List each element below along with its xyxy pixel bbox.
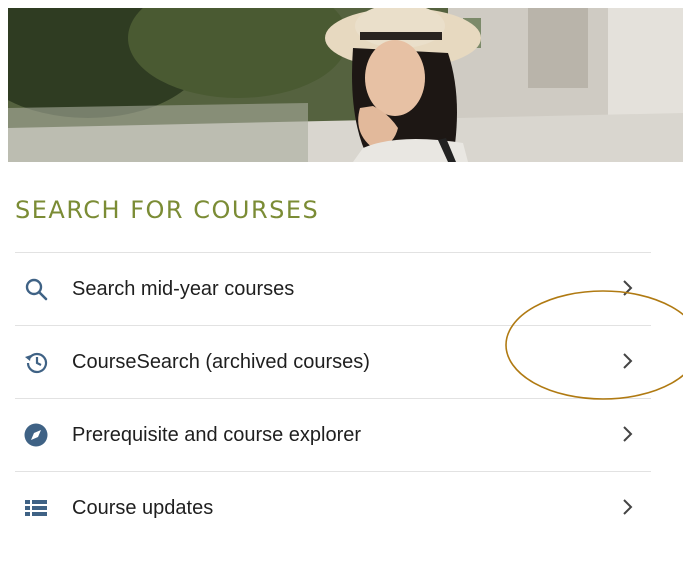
list-item-course-updates[interactable]: Course updates	[15, 471, 651, 544]
list-item-label: Search mid-year courses	[72, 277, 295, 300]
list-item-label: Prerequisite and course explorer	[72, 423, 362, 446]
list-icon	[24, 496, 48, 520]
list-item-label: CourseSearch (archived courses)	[72, 350, 370, 373]
chevron-right-icon	[623, 353, 633, 369]
chevron-right-icon	[623, 426, 633, 442]
list-item-search-mid-year[interactable]: Search mid-year courses	[15, 252, 651, 325]
course-search-list: Search mid-year courses CourseSearch (ar…	[15, 252, 651, 544]
section-title: SEARCH FOR COURSES	[15, 196, 320, 224]
list-item-label: Course updates	[72, 496, 214, 519]
history-icon	[24, 350, 48, 374]
list-item-prerequisite-explorer[interactable]: Prerequisite and course explorer	[15, 398, 651, 471]
chevron-right-icon	[623, 499, 633, 515]
compass-icon	[24, 423, 48, 447]
list-item-coursesearch-archived[interactable]: CourseSearch (archived courses)	[15, 325, 651, 398]
hero-image	[8, 8, 683, 162]
search-icon	[24, 277, 48, 301]
chevron-right-icon	[623, 280, 633, 296]
hero-photo	[8, 8, 683, 162]
